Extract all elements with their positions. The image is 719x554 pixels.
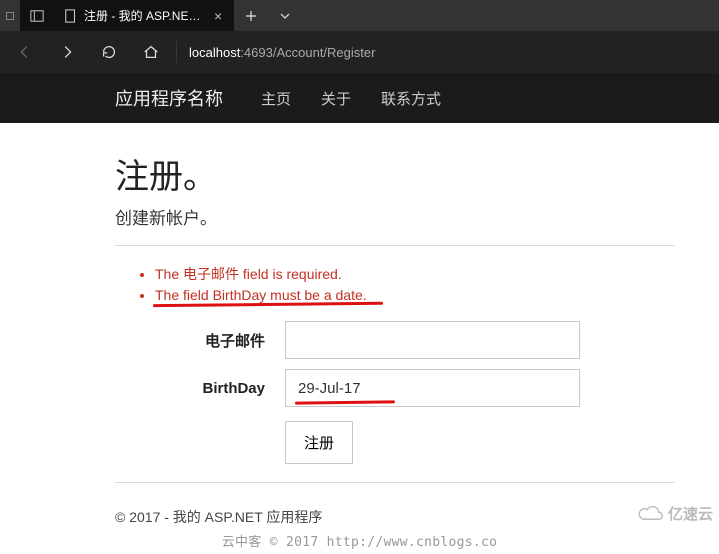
window-titlebar: 注册 - 我的 ASP.NET 应 × [0, 0, 719, 31]
page-title: 注册。 [115, 149, 700, 198]
home-icon [142, 43, 160, 61]
hub-button[interactable] [20, 0, 54, 31]
validation-summary: The 电子邮件 field is required. The field Bi… [141, 264, 700, 303]
page-footer: © 2017 - 我的 ASP.NET 应用程序 [115, 507, 719, 527]
validation-error: The field BirthDay must be a date. [155, 287, 700, 303]
plus-icon [245, 10, 257, 22]
page-content: 注册。 创建新帐户。 The 电子邮件 field is required. T… [0, 123, 700, 464]
arrow-left-icon [16, 43, 34, 61]
nav-home[interactable]: 主页 [261, 88, 291, 109]
sidebar-icon [30, 9, 44, 23]
refresh-icon [100, 43, 118, 61]
tab-title: 注册 - 我的 ASP.NET 应 [84, 7, 204, 24]
browser-tab[interactable]: 注册 - 我的 ASP.NET 应 × [54, 0, 234, 31]
register-button[interactable]: 注册 [285, 421, 353, 464]
form-row-birthday: BirthDay [115, 369, 700, 407]
tab-close-button[interactable]: × [210, 8, 226, 24]
address-host: localhost [189, 45, 240, 60]
validation-error: The 电子邮件 field is required. [155, 264, 700, 284]
browser-toolbar: localhost:4693/Account/Register [0, 31, 719, 73]
forward-button[interactable] [48, 33, 86, 71]
footer-divider [115, 482, 675, 483]
new-tab-button[interactable] [234, 0, 268, 31]
nav-contact[interactable]: 联系方式 [381, 88, 441, 109]
watermark-text: 亿速云 [668, 503, 713, 524]
birthday-field-wrap [285, 369, 580, 407]
chevron-down-icon [279, 10, 291, 22]
address-path: :4693/Account/Register [240, 45, 375, 60]
nav-about[interactable]: 关于 [321, 88, 351, 109]
back-button[interactable] [6, 33, 44, 71]
address-bar[interactable]: localhost:4693/Account/Register [185, 45, 375, 60]
tab-preview-button[interactable] [268, 0, 302, 31]
toolbar-separator [176, 41, 177, 63]
birthday-label: BirthDay [115, 380, 285, 397]
copyright-text: © 2017 - 我的 ASP.NET 应用程序 [115, 507, 322, 527]
cloud-icon [636, 504, 664, 524]
email-label: 电子邮件 [115, 330, 285, 351]
page-icon [64, 9, 78, 23]
submit-row: 注册 [285, 421, 700, 464]
divider [115, 245, 675, 246]
watermark: 亿速云 [636, 503, 713, 524]
brand-link[interactable]: 应用程序名称 [115, 85, 223, 111]
tab-strip: 注册 - 我的 ASP.NET 应 × [0, 0, 302, 31]
image-credit: 云中客 © 2017 http://www.cnblogs.co [0, 531, 719, 550]
page-subtitle: 创建新帐户。 [115, 204, 700, 229]
home-button[interactable] [132, 33, 170, 71]
tab-drag-handle[interactable] [0, 0, 20, 31]
arrow-right-icon [58, 43, 76, 61]
email-field[interactable] [285, 321, 580, 359]
site-navbar: 应用程序名称 主页 关于 联系方式 [0, 73, 719, 123]
validation-error-text: The field BirthDay must be a date. [155, 287, 367, 303]
birthday-field[interactable] [285, 369, 580, 407]
refresh-button[interactable] [90, 33, 128, 71]
form-row-email: 电子邮件 [115, 321, 700, 359]
